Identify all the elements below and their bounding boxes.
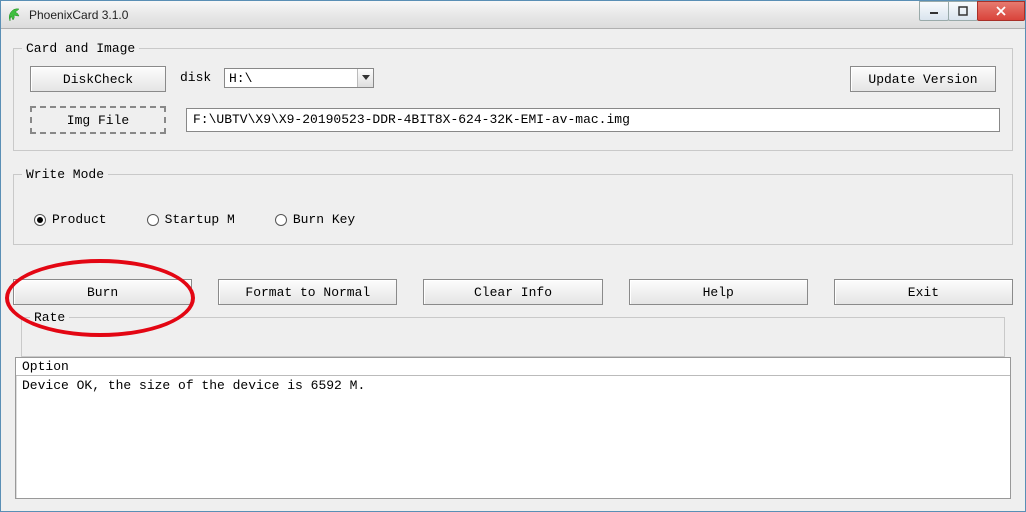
close-button[interactable] xyxy=(977,1,1025,21)
action-button-row: Burn Format to Normal Clear Info Help Ex… xyxy=(13,279,1013,305)
img-file-label: Img File xyxy=(67,113,129,128)
option-listview[interactable]: Option Device OK, the size of the device… xyxy=(15,357,1011,499)
main-window: PhoenixCard 3.1.0 Card and Image DiskChe… xyxy=(0,0,1026,512)
update-version-button[interactable]: Update Version xyxy=(850,66,996,92)
disk-select[interactable]: H:\ xyxy=(224,68,374,88)
help-button[interactable]: Help xyxy=(629,279,808,305)
client-area: Card and Image DiskCheck disk H:\ Update… xyxy=(9,37,1017,503)
radio-product[interactable]: Product xyxy=(34,212,107,227)
diskcheck-button[interactable]: DiskCheck xyxy=(30,66,166,92)
app-icon xyxy=(7,7,23,23)
radio-icon xyxy=(147,214,159,226)
img-path-value: F:\UBTV\X9\X9-20190523-DDR-4BIT8X-624-32… xyxy=(193,112,630,127)
write-mode-group: Write Mode Product Startup M Burn Key xyxy=(13,167,1013,245)
exit-button[interactable]: Exit xyxy=(834,279,1013,305)
img-path-field[interactable]: F:\UBTV\X9\X9-20190523-DDR-4BIT8X-624-32… xyxy=(186,108,1000,132)
card-and-image-legend: Card and Image xyxy=(22,41,139,56)
write-mode-legend: Write Mode xyxy=(22,167,108,182)
radio-burnkey-label: Burn Key xyxy=(293,212,355,227)
titlebar[interactable]: PhoenixCard 3.1.0 xyxy=(1,1,1025,29)
radio-burnkey[interactable]: Burn Key xyxy=(275,212,355,227)
disk-select-value: H:\ xyxy=(229,71,252,86)
img-file-button[interactable]: Img File xyxy=(30,106,166,134)
format-button[interactable]: Format to Normal xyxy=(218,279,397,305)
rate-group: Rate xyxy=(21,317,1005,357)
card-and-image-group: Card and Image DiskCheck disk H:\ Update… xyxy=(13,41,1013,151)
rate-legend: Rate xyxy=(30,310,69,325)
radio-startup-label: Startup M xyxy=(165,212,235,227)
window-controls xyxy=(920,1,1025,21)
radio-product-label: Product xyxy=(52,212,107,227)
minimize-button[interactable] xyxy=(919,1,949,21)
write-mode-radios: Product Startup M Burn Key xyxy=(34,212,355,227)
maximize-button[interactable] xyxy=(948,1,978,21)
clear-info-button[interactable]: Clear Info xyxy=(423,279,602,305)
radio-startup[interactable]: Startup M xyxy=(147,212,235,227)
chevron-down-icon xyxy=(357,69,373,87)
radio-icon xyxy=(34,214,46,226)
option-log-line: Device OK, the size of the device is 659… xyxy=(16,376,1010,395)
disk-label: disk xyxy=(180,70,211,85)
radio-icon xyxy=(275,214,287,226)
window-title: PhoenixCard 3.1.0 xyxy=(29,8,128,22)
option-column-header[interactable]: Option xyxy=(16,358,1010,376)
burn-button[interactable]: Burn xyxy=(13,279,192,305)
